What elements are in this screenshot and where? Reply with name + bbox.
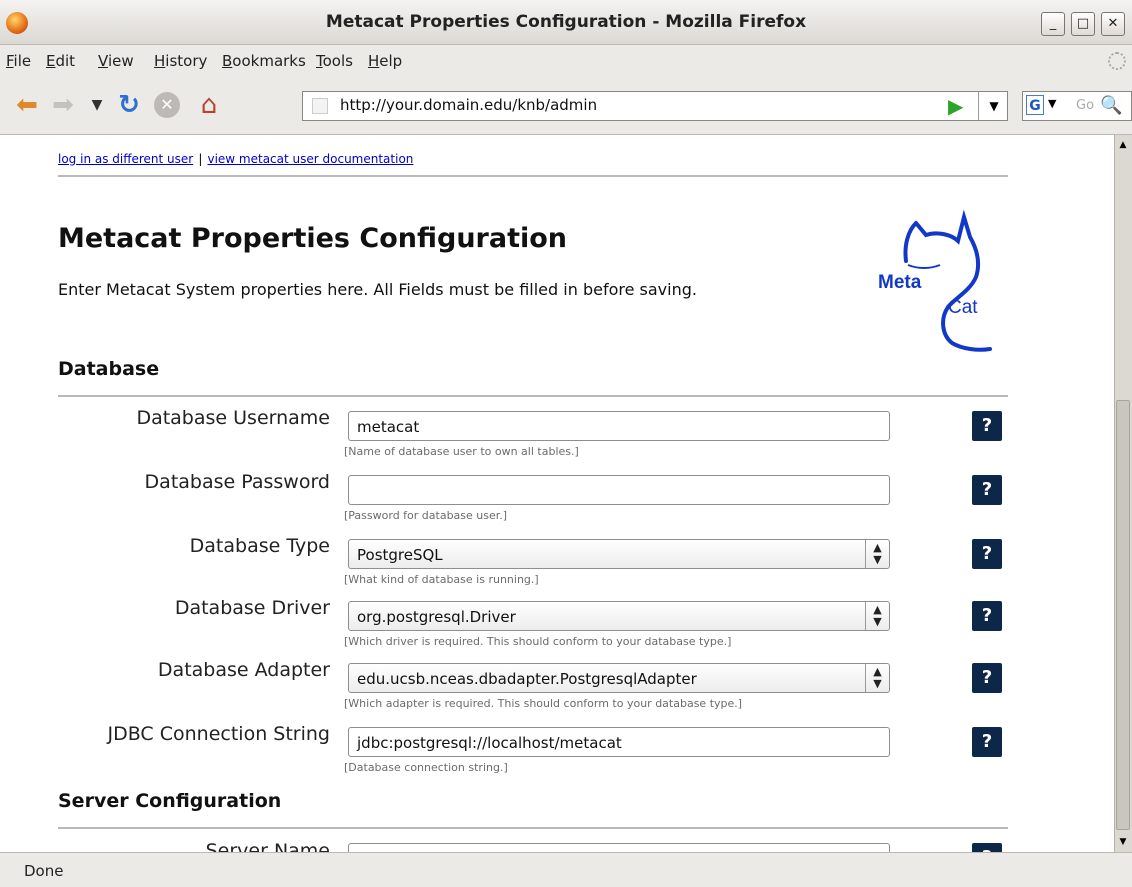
stop-icon[interactable]: ✕ (154, 92, 180, 118)
database-driver-label: Database Driver (174, 597, 330, 619)
window-title: Metacat Properties Configuration - Mozil… (325, 12, 807, 32)
database-type-help-button[interactable]: ? (972, 539, 1002, 569)
home-icon[interactable]: ⌂ (194, 90, 224, 120)
logo-meta-text: Meta (878, 272, 922, 293)
database-password-hint: [Password for database user.] (344, 509, 508, 522)
database-username-help-button[interactable]: ? (972, 411, 1002, 441)
scroll-down-icon[interactable]: ▼ (1116, 834, 1130, 850)
server-name-help-button[interactable]: ? (972, 843, 1002, 852)
section-database-title: Database (58, 358, 160, 380)
documentation-link[interactable]: view metacat user documentation (207, 152, 413, 166)
status-text: Done (24, 862, 64, 880)
database-username-value: metacat (357, 418, 420, 436)
page-title: Metacat Properties Configuration (58, 223, 568, 254)
database-adapter-hint: [Which adapter is required. This should … (344, 697, 743, 710)
page-content: log in as different user | view metacat … (0, 135, 1114, 852)
reload-icon[interactable]: ↻ (114, 90, 144, 120)
database-type-select[interactable]: PostgreSQL ▲ ▼ (348, 539, 890, 569)
database-username-hint: [Name of database user to own all tables… (344, 445, 579, 458)
menu-edit[interactable]: Edit (46, 52, 75, 70)
page-intro: Enter Metacat System properties here. Al… (58, 280, 697, 299)
database-username-label: Database Username (136, 407, 330, 429)
statusbar (0, 852, 1132, 887)
go-icon[interactable]: ▶ (948, 94, 963, 118)
section-divider (58, 395, 1008, 397)
database-username-input[interactable]: metacat (348, 411, 890, 441)
jdbc-connection-string-value: jdbc:postgresql://localhost/metacat (357, 734, 622, 752)
database-password-help-button[interactable]: ? (972, 475, 1002, 505)
select-arrows-icon[interactable]: ▲ ▼ (865, 602, 889, 630)
divider (58, 175, 1008, 177)
select-arrows-icon[interactable]: ▲ ▼ (865, 540, 889, 568)
database-adapter-value: edu.ucsb.nceas.dbadapter.PostgresqlAdapt… (357, 670, 697, 688)
database-password-label: Database Password (144, 471, 330, 493)
top-links: log in as different user | view metacat … (58, 148, 413, 167)
scroll-up-icon[interactable]: ▲ (1116, 137, 1130, 153)
menu-help[interactable]: Help (368, 52, 402, 70)
search-icon[interactable]: 🔍 (1100, 95, 1122, 116)
throbber-icon (1108, 52, 1126, 70)
menu-history[interactable]: History (154, 52, 207, 70)
jdbc-connection-string-hint: [Database connection string.] (344, 761, 508, 774)
url-dropdown-icon[interactable]: ▼ (978, 92, 1009, 120)
menu-file[interactable]: File (6, 52, 31, 70)
database-driver-value: org.postgresql.Driver (357, 608, 516, 626)
link-separator: | (198, 152, 203, 166)
menu-view[interactable]: View (98, 52, 134, 70)
database-password-input[interactable] (348, 475, 890, 505)
menu-tools[interactable]: Tools (316, 52, 353, 70)
section-server-title: Server Configuration (58, 790, 282, 812)
jdbc-connection-string-label: JDBC Connection String (107, 723, 331, 745)
database-type-label: Database Type (189, 535, 330, 557)
search-placeholder: Go (1076, 98, 1095, 113)
jdbc-connection-string-help-button[interactable]: ? (972, 727, 1002, 757)
scroll-thumb[interactable] (1116, 400, 1130, 830)
logo-cat-text: Cat (948, 297, 978, 318)
section-divider (58, 827, 1008, 829)
page-icon (312, 98, 328, 114)
database-type-value: PostgreSQL (357, 546, 443, 564)
database-adapter-label: Database Adapter (157, 659, 330, 681)
menu-bookmarks[interactable]: Bookmarks (222, 52, 306, 70)
back-icon[interactable]: ⬅ (12, 90, 42, 120)
server-name-input[interactable] (348, 843, 890, 852)
jdbc-connection-string-input[interactable]: jdbc:postgresql://localhost/metacat (348, 727, 890, 757)
maximize-button[interactable]: □ (1071, 12, 1095, 36)
database-driver-help-button[interactable]: ? (972, 601, 1002, 631)
engine-dropdown-icon[interactable]: ▼ (1048, 97, 1056, 110)
database-adapter-help-button[interactable]: ? (972, 663, 1002, 693)
select-arrows-icon[interactable]: ▲ ▼ (865, 664, 889, 692)
database-adapter-select[interactable]: edu.ucsb.nceas.dbadapter.PostgresqlAdapt… (348, 663, 890, 693)
database-driver-select[interactable]: org.postgresql.Driver ▲ ▼ (348, 601, 890, 631)
database-type-hint: [What kind of database is running.] (344, 573, 539, 586)
login-link[interactable]: log in as different user (58, 152, 193, 166)
metacat-logo: Meta Cat (878, 209, 992, 352)
minimize-button[interactable]: _ (1041, 12, 1065, 36)
google-engine-icon[interactable]: G (1026, 95, 1044, 115)
server-name-label: Server Name (205, 840, 330, 852)
url-text[interactable]: http://your.domain.edu/knb/admin (340, 96, 597, 114)
database-driver-hint: [Which driver is required. This should c… (344, 635, 732, 648)
close-button[interactable]: ✕ (1101, 12, 1125, 36)
forward-icon[interactable]: ➡ (48, 90, 78, 120)
history-dropdown-icon[interactable]: ▼ (82, 90, 112, 120)
